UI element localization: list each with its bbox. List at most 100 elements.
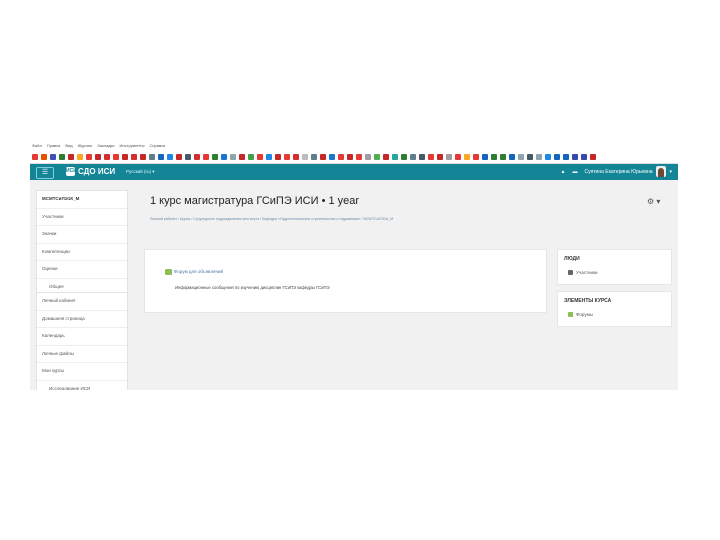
bookmark-icon[interactable]: [554, 153, 560, 160]
bookmark-icon[interactable]: [131, 153, 137, 160]
bookmark-icon[interactable]: [572, 153, 578, 160]
gear-icon[interactable]: ⚙ ▾: [647, 197, 660, 206]
bookmark-icon[interactable]: [410, 153, 416, 160]
sidebar-item[interactable]: Домашняя страница: [37, 311, 127, 329]
browser-menu-item[interactable]: Журнал: [78, 143, 93, 148]
course-navigation: МСМТСиПЭ1К_М Участники Значки Компетенции Оц…: [36, 190, 128, 297]
bookmark-icon[interactable]: [86, 153, 92, 160]
bookmark-icon[interactable]: [113, 153, 119, 160]
chat-icon[interactable]: ▬: [572, 169, 577, 175]
sidebar-item[interactable]: Исследование ИСИ: [37, 381, 127, 390]
page-title: 1 курс магистратура ГСиПЭ ИСИ • 1 year: [150, 195, 360, 207]
bookmark-icon[interactable]: [383, 153, 389, 160]
bookmark-icon[interactable]: [536, 153, 542, 160]
bookmark-icon[interactable]: [158, 153, 164, 160]
hamburger-menu-button[interactable]: ☰: [36, 167, 54, 179]
forum-icon: [165, 269, 172, 275]
browser-menu-item[interactable]: Вид: [65, 143, 72, 148]
avatar[interactable]: [656, 166, 667, 177]
browser-menu-item[interactable]: Закладки: [97, 143, 114, 148]
bookmark-icon[interactable]: [446, 153, 452, 160]
bookmark-icon[interactable]: [419, 153, 425, 160]
sidebar-item[interactable]: Личный кабинет: [37, 293, 127, 311]
bookmark-icon[interactable]: [509, 153, 515, 160]
bookmark-icon[interactable]: [185, 153, 191, 160]
bookmark-icon[interactable]: [41, 153, 47, 160]
bookmark-icon[interactable]: [356, 153, 362, 160]
people-block-title: ЛЮДИ: [564, 256, 580, 262]
site-logo[interactable]: ИСИСДО ИСИ: [66, 167, 115, 177]
sidebar-item[interactable]: МСМТСиПЭ1К_М: [37, 191, 127, 209]
sidebar-item[interactable]: Оценки: [37, 261, 127, 279]
sidebar-item[interactable]: Участники: [37, 209, 127, 227]
bookmark-icon[interactable]: [77, 153, 83, 160]
chevron-down-icon[interactable]: ▾: [669, 169, 672, 175]
bookmark-icon[interactable]: [365, 153, 371, 160]
bookmark-icon[interactable]: [527, 153, 533, 160]
sidebar-item[interactable]: Значки: [37, 226, 127, 244]
bookmark-icon[interactable]: [212, 153, 218, 160]
bookmark-icon[interactable]: [401, 153, 407, 160]
user-name[interactable]: Суятина Екатерина Юрьевна: [584, 169, 652, 175]
sidebar-item[interactable]: Мои курсы: [37, 363, 127, 381]
bookmark-icon[interactable]: [473, 153, 479, 160]
bookmark-icon[interactable]: [329, 153, 335, 160]
bookmark-icon[interactable]: [545, 153, 551, 160]
bookmark-icon[interactable]: [95, 153, 101, 160]
bookmark-icon[interactable]: [347, 153, 353, 160]
bookmark-icon[interactable]: [518, 153, 524, 160]
bookmark-icon[interactable]: [302, 153, 308, 160]
forum-link[interactable]: Форум для объявлений: [165, 269, 223, 275]
bookmark-icon[interactable]: [293, 153, 299, 160]
bookmark-icon[interactable]: [32, 153, 38, 160]
bookmark-icon[interactable]: [266, 153, 272, 160]
bookmark-icon[interactable]: [50, 153, 56, 160]
bookmark-icon[interactable]: [122, 153, 128, 160]
bookmark-icon[interactable]: [437, 153, 443, 160]
bell-icon[interactable]: ▲: [561, 169, 566, 175]
sidebar-item[interactable]: Компетенции: [37, 244, 127, 262]
bookmark-icon[interactable]: [581, 153, 587, 160]
browser-menu-item[interactable]: Инструменты: [120, 143, 145, 148]
browser-menu-item[interactable]: Файл: [32, 143, 42, 148]
sidebar-item[interactable]: Календарь: [37, 328, 127, 346]
bookmark-icon[interactable]: [392, 153, 398, 160]
forums-link[interactable]: Форумы: [568, 312, 593, 318]
bookmark-icon[interactable]: [149, 153, 155, 160]
bookmark-icon[interactable]: [248, 153, 254, 160]
bookmark-icon[interactable]: [500, 153, 506, 160]
bookmark-icon[interactable]: [140, 153, 146, 160]
bookmark-icon[interactable]: [176, 153, 182, 160]
bookmark-icon[interactable]: [311, 153, 317, 160]
bookmark-icon[interactable]: [455, 153, 461, 160]
bookmark-icon[interactable]: [563, 153, 569, 160]
bookmark-icon[interactable]: [590, 153, 596, 160]
bookmark-icon[interactable]: [59, 153, 65, 160]
bookmarks-toolbar: [30, 150, 678, 164]
bookmark-icon[interactable]: [194, 153, 200, 160]
bookmark-icon[interactable]: [68, 153, 74, 160]
bookmark-icon[interactable]: [482, 153, 488, 160]
bookmark-icon[interactable]: [275, 153, 281, 160]
bookmark-icon[interactable]: [284, 153, 290, 160]
bookmark-icon[interactable]: [338, 153, 344, 160]
bookmark-icon[interactable]: [221, 153, 227, 160]
bookmark-icon[interactable]: [464, 153, 470, 160]
bookmark-icon[interactable]: [104, 153, 110, 160]
bookmark-icon[interactable]: [239, 153, 245, 160]
browser-menu-item[interactable]: Правка: [47, 143, 61, 148]
bookmark-icon[interactable]: [203, 153, 209, 160]
breadcrumb[interactable]: Личный кабинет / Курсы / Структурные под…: [150, 217, 393, 221]
bookmark-icon[interactable]: [320, 153, 326, 160]
bookmark-icon[interactable]: [167, 153, 173, 160]
language-selector[interactable]: Русский (ru) ▾: [126, 169, 154, 175]
users-icon: [568, 270, 573, 276]
bookmark-icon[interactable]: [374, 153, 380, 160]
participants-link[interactable]: Участники: [568, 270, 598, 276]
bookmark-icon[interactable]: [428, 153, 434, 160]
bookmark-icon[interactable]: [491, 153, 497, 160]
bookmark-icon[interactable]: [230, 153, 236, 160]
bookmark-icon[interactable]: [257, 153, 263, 160]
browser-menu-item[interactable]: Справка: [149, 143, 165, 148]
sidebar-item[interactable]: Личные файлы: [37, 346, 127, 364]
